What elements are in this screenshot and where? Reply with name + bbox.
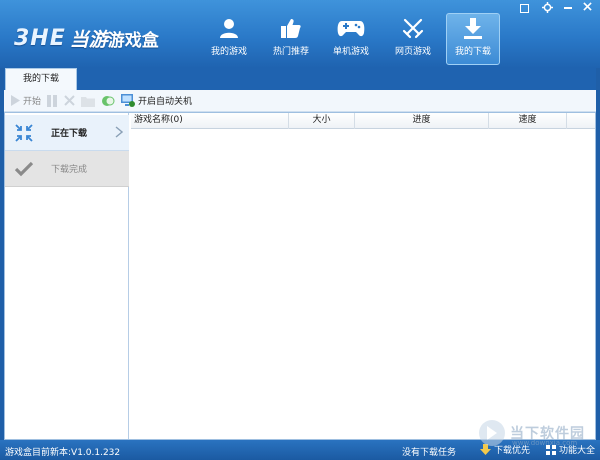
menu-icon[interactable] [516,2,533,16]
download-toolbar: 开始 开启自动关机 [4,90,596,112]
auto-shutdown-toggle[interactable]: 开启自动关机 [121,92,192,110]
start-button[interactable]: 开始 [10,92,41,110]
delete-button[interactable] [64,92,75,110]
refresh-icon [102,95,115,106]
pause-icon [47,94,58,107]
tab-my-downloads[interactable]: 我的下载 [5,68,77,90]
folder-icon [81,96,96,107]
monitor-shutdown-icon [121,94,136,107]
nav-my-downloads[interactable]: 我的下载 [446,13,500,65]
column-header-speed[interactable]: 速度 [489,113,567,129]
downloads-panel: 正在下载 下载完成 游戏名称(0) 大小 进度 速度 [4,112,596,440]
open-folder-button[interactable] [81,92,96,110]
nav-label: 我的下载 [454,47,491,57]
delete-icon [64,95,75,106]
nav-label: 单机游戏 [332,47,369,57]
nav-hot-recommend[interactable]: 热门推荐 [264,14,318,64]
refresh-button[interactable] [101,92,115,110]
sidebar-item-completed[interactable]: 下载完成 [5,151,129,187]
play-icon [11,95,20,106]
logo-brand: 当游 [69,28,108,51]
app-logo: 3HE 当游 游戏盒 [14,25,159,51]
app-header: 3HE 当游 游戏盒 我的游戏 热门推荐 单机游戏 网页游戏 我的下载 [0,0,600,68]
watermark-logo-icon [479,420,505,446]
close-icon[interactable] [579,2,596,16]
nav-web-games[interactable]: 网页游戏 [386,14,440,64]
start-label: 开始 [23,97,42,107]
column-header-progress[interactable]: 进度 [355,113,489,129]
crossed-swords-icon [386,14,440,42]
nav-label: 网页游戏 [394,47,431,57]
logo-mark: 3HE [14,25,66,51]
logo-text: 游戏盒 [107,30,159,51]
column-header-size[interactable]: 大小 [289,113,355,129]
version-text: 游戏盒目前新本:V1.0.1.232 [5,448,121,458]
nav-single-games[interactable]: 单机游戏 [324,14,378,64]
nav-my-games[interactable]: 我的游戏 [202,14,256,64]
sidebar-item-label: 正在下载 [51,129,88,139]
tab-strip: 我的下载 [4,68,596,90]
nav-label: 我的游戏 [210,47,247,57]
column-header-name[interactable]: 游戏名称(0) [131,113,289,129]
download-sidebar: 正在下载 下载完成 [5,113,129,439]
table-header: 游戏名称(0) 大小 进度 速度 [131,113,595,129]
watermark: 当下软件园 www.downxia.com [478,415,590,451]
gamepad-icon [324,14,378,42]
checkmark-icon [5,161,43,177]
sidebar-item-label: 下载完成 [51,165,88,175]
task-status-text: 没有下载任务 [402,448,457,458]
minimize-icon[interactable] [559,2,576,16]
compress-arrows-icon [5,123,43,142]
sidebar-item-downloading[interactable]: 正在下载 [5,115,129,151]
download-list: 游戏名称(0) 大小 进度 速度 [131,113,595,439]
chevron-right-icon [115,126,123,138]
download-icon [447,14,499,42]
watermark-url: www.downxia.com [512,439,578,447]
user-icon [202,14,256,42]
thumbs-up-icon [264,14,318,42]
auto-shutdown-label: 开启自动关机 [138,97,193,107]
gear-icon[interactable] [539,2,556,16]
pause-button[interactable] [47,92,58,110]
nav-label: 热门推荐 [272,47,309,57]
